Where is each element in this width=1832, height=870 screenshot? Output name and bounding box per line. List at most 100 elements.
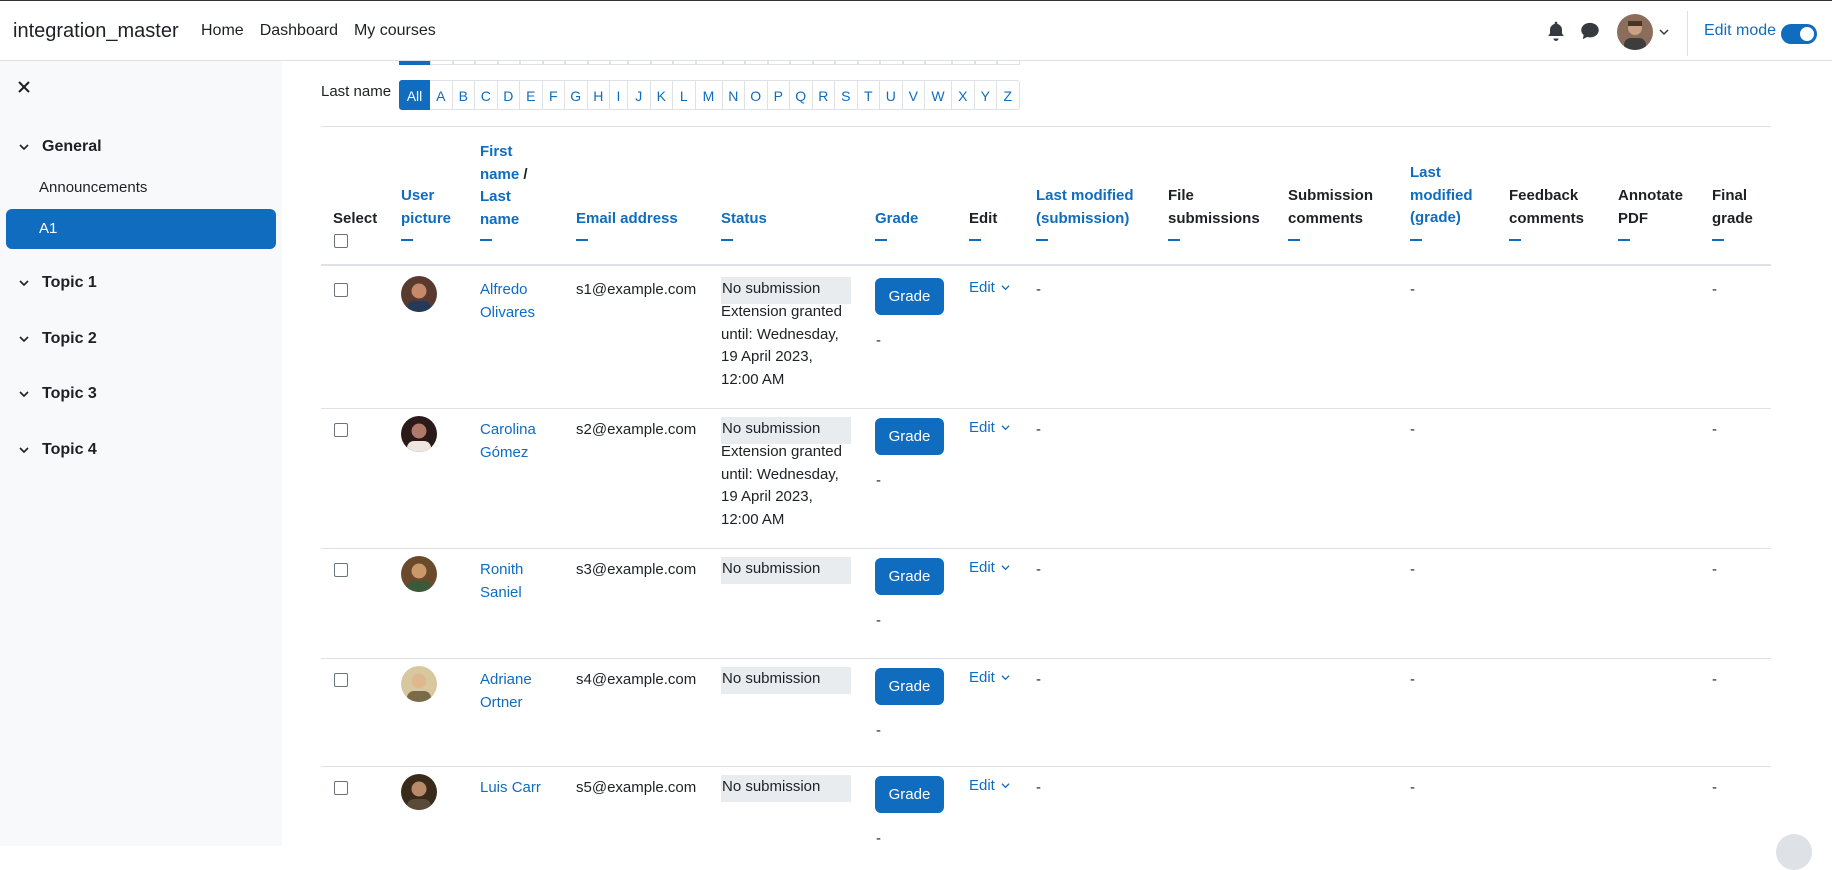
first-name-filter-all[interactable] [399,61,430,65]
grade-button[interactable]: Grade [875,668,944,705]
header-first-name[interactable]: First name [480,143,519,183]
first-name[interactable]: Luis [480,779,508,796]
drawer-item-a1[interactable]: A1 [6,209,276,249]
chevron-down-icon[interactable] [18,388,30,400]
grade-button[interactable]: Grade [875,418,944,455]
user-avatar[interactable] [401,416,437,452]
first-name-filter-f[interactable] [542,61,565,65]
last-name-filter-z[interactable]: Z [997,80,1020,110]
edit-menu-link[interactable]: Edit [969,279,1010,296]
last-name-filter-a[interactable]: A [430,80,453,110]
last-name-filter-g[interactable]: G [565,80,588,110]
row-select-checkbox[interactable] [334,283,348,297]
user-avatar[interactable] [401,774,437,810]
student-name-link[interactable]: Luis Carr [480,777,560,800]
header-first-last-name[interactable]: First name / Last name [480,141,540,231]
student-name-link[interactable]: Carolina Gómez [480,419,560,464]
edit-mode-toggle[interactable] [1781,24,1817,44]
collapse-column-icon[interactable] [1509,239,1521,241]
first-name-filter-y[interactable] [974,61,997,65]
last-name-filter-v[interactable]: V [902,80,925,110]
collapse-column-icon[interactable] [1168,239,1180,241]
first-name[interactable]: Alfredo [480,281,528,298]
first-name-filter-l[interactable] [673,61,696,65]
edit-label[interactable]: Edit [969,279,995,296]
last-name[interactable]: Olivares [480,304,535,321]
first-name[interactable]: Ronith [480,561,523,578]
first-name-filter-p[interactable] [767,61,790,65]
edit-menu-link[interactable]: Edit [969,419,1010,436]
collapse-column-icon[interactable] [576,239,588,241]
first-name-filter-n[interactable] [722,61,745,65]
header-last-modified-submission[interactable]: Last modified (submission) [1036,185,1156,230]
back-to-top-button[interactable] [1776,834,1812,870]
first-name-filter-k[interactable] [650,61,673,65]
last-name[interactable]: Saniel [480,584,522,601]
collapse-column-icon[interactable] [1410,239,1422,241]
section-topic-4[interactable]: Topic 4 [18,441,97,459]
header-grade[interactable]: Grade [875,208,918,231]
row-select-checkbox[interactable] [334,673,348,687]
last-name-filter-w[interactable]: W [925,80,952,110]
site-brand[interactable]: integration_master [13,20,179,43]
row-select-checkbox[interactable] [334,781,348,795]
edit-label[interactable]: Edit [969,419,995,436]
section-topic-2[interactable]: Topic 2 [18,330,97,348]
collapse-column-icon[interactable] [721,239,733,241]
first-name-filter-a[interactable] [430,61,453,65]
last-name-filter-e[interactable]: E [520,80,543,110]
first-name-filter-x[interactable] [952,61,975,65]
collapse-column-icon[interactable] [1712,239,1724,241]
last-name-filter-c[interactable]: C [475,80,498,110]
last-name[interactable]: Carr [512,779,541,796]
last-name-filter-k[interactable]: K [650,80,673,110]
last-name-filter-y[interactable]: Y [974,80,997,110]
first-name-filter-i[interactable] [610,61,628,65]
first-name-filter-t[interactable] [857,61,880,65]
first-name[interactable]: Adriane [480,671,532,688]
select-all-checkbox[interactable] [334,234,348,248]
collapse-column-icon[interactable] [969,239,981,241]
chevron-down-icon[interactable] [18,141,30,153]
first-name-filter-v[interactable] [902,61,925,65]
last-name-filter-u[interactable]: U [880,80,903,110]
last-name-filter-l[interactable]: L [673,80,696,110]
first-name[interactable]: Carolina [480,421,536,438]
first-name-filter-w[interactable] [925,61,952,65]
student-name-link[interactable]: Ronith Saniel [480,559,560,604]
first-name-filter-u[interactable] [880,61,903,65]
notifications-bell-icon[interactable] [1546,21,1566,41]
header-last-name[interactable]: Last name [480,188,519,228]
section-general[interactable]: General [18,138,102,156]
section-topic-1[interactable]: Topic 1 [18,274,97,292]
last-name-filter-i[interactable]: I [610,80,628,110]
user-avatar[interactable] [401,556,437,592]
first-name-filter-c[interactable] [475,61,498,65]
edit-menu-link[interactable]: Edit [969,669,1010,686]
section-topic-3[interactable]: Topic 3 [18,385,97,403]
edit-menu-link[interactable]: Edit [969,559,1010,576]
header-email[interactable]: Email address [576,208,678,231]
first-name-filter-q[interactable] [790,61,813,65]
last-name-filter-t[interactable]: T [857,80,880,110]
last-name-filter-all[interactable]: All [399,80,430,110]
last-name-filter-s[interactable]: S [835,80,858,110]
first-name-filter-h[interactable] [587,61,610,65]
last-name-filter-o[interactable]: O [745,80,768,110]
row-select-checkbox[interactable] [334,563,348,577]
header-user-picture[interactable]: User picture [401,185,461,230]
first-name-filter-b[interactable] [452,61,475,65]
chevron-down-icon[interactable] [18,444,30,456]
first-name-filter-o[interactable] [745,61,768,65]
nav-dashboard-link[interactable]: Dashboard [260,22,338,40]
first-name-filter-g[interactable] [565,61,588,65]
grade-button[interactable]: Grade [875,776,944,813]
edit-label[interactable]: Edit [969,777,995,794]
close-icon[interactable] [16,79,32,95]
collapse-column-icon[interactable] [480,239,492,241]
student-name-link[interactable]: Alfredo Olivares [480,279,560,324]
last-name-filter-m[interactable]: M [695,80,723,110]
user-avatar[interactable] [401,276,437,312]
first-name-filter-m[interactable] [695,61,723,65]
last-name-filter-f[interactable]: F [542,80,565,110]
